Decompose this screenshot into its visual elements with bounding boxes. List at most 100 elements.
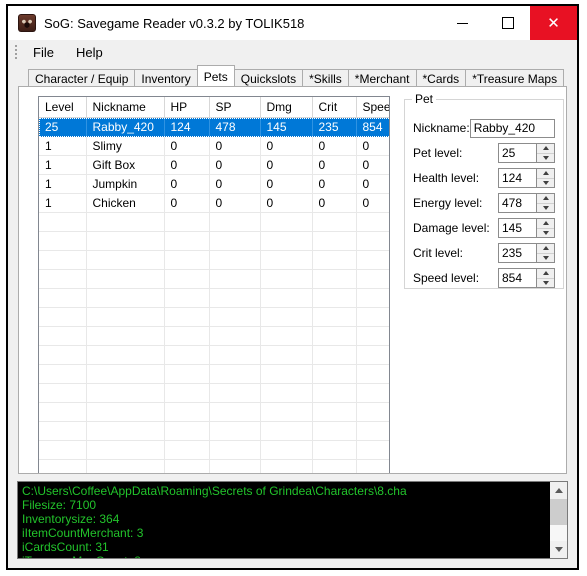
table-cell-empty[interactable]: [312, 421, 357, 441]
table-cell-empty[interactable]: [312, 307, 357, 327]
table-cell-empty[interactable]: [164, 288, 210, 308]
minimize-button[interactable]: [440, 6, 485, 40]
table-cell[interactable]: Gift Box: [86, 155, 165, 175]
health-level-stepper[interactable]: 124: [498, 168, 555, 188]
table-row[interactable]: 1 Gift Box 0 0 0 0 0: [39, 155, 389, 175]
table-cell[interactable]: 0: [209, 155, 261, 175]
table-cell-empty[interactable]: [164, 212, 210, 232]
tab-pets[interactable]: Pets: [196, 65, 235, 86]
table-cell-empty[interactable]: [312, 212, 357, 232]
table-cell[interactable]: 0: [312, 193, 357, 213]
pet-level-stepper[interactable]: 25: [498, 143, 555, 163]
table-row-empty[interactable]: [39, 383, 389, 403]
tab-cards[interactable]: *Cards: [415, 69, 467, 86]
table-cell-empty[interactable]: [209, 345, 261, 365]
table-cell-empty[interactable]: [356, 459, 389, 473]
table-row-empty[interactable]: [39, 250, 389, 270]
table-cell[interactable]: 0: [164, 155, 210, 175]
table-cell-empty[interactable]: [209, 326, 261, 346]
table-row-empty[interactable]: [39, 307, 389, 327]
column-header-level[interactable]: Level: [39, 97, 87, 118]
table-cell-empty[interactable]: [86, 383, 165, 403]
table-row[interactable]: 1 Jumpkin 0 0 0 0 0: [39, 174, 389, 194]
maximize-button[interactable]: [485, 6, 530, 40]
table-cell-empty[interactable]: [260, 212, 313, 232]
table-cell-empty[interactable]: [260, 345, 313, 365]
table-cell-empty[interactable]: [39, 307, 87, 327]
table-cell[interactable]: 0: [312, 155, 357, 175]
table-cell[interactable]: 145: [260, 117, 313, 137]
table-cell[interactable]: 0: [164, 174, 210, 194]
table-row[interactable]: 25 Rabby_420 124 478 145 235 854: [39, 117, 389, 137]
table-cell-empty[interactable]: [356, 212, 389, 232]
table-cell-empty[interactable]: [260, 288, 313, 308]
table-cell-empty[interactable]: [356, 250, 389, 270]
table-cell-empty[interactable]: [312, 345, 357, 365]
table-cell-empty[interactable]: [209, 250, 261, 270]
table-row-empty[interactable]: [39, 345, 389, 365]
table-cell-empty[interactable]: [260, 231, 313, 251]
table-cell-empty[interactable]: [39, 231, 87, 251]
table-cell-empty[interactable]: [86, 421, 165, 441]
stepper-down-icon[interactable]: [537, 153, 554, 162]
column-header-sp[interactable]: SP: [209, 97, 261, 118]
table-cell-empty[interactable]: [164, 364, 210, 384]
table-row[interactable]: 1 Chicken 0 0 0 0 0: [39, 193, 389, 213]
table-cell-empty[interactable]: [356, 307, 389, 327]
stepper-down-icon[interactable]: [537, 253, 554, 262]
energy-level-input[interactable]: 478: [499, 194, 536, 212]
table-row-empty[interactable]: [39, 231, 389, 251]
table-cell-empty[interactable]: [209, 307, 261, 327]
table-cell-empty[interactable]: [39, 288, 87, 308]
console-scrollbar[interactable]: [549, 482, 567, 558]
table-cell-empty[interactable]: [356, 440, 389, 460]
table-cell[interactable]: 0: [260, 136, 313, 156]
table-cell[interactable]: 124: [164, 117, 210, 137]
table-cell-empty[interactable]: [356, 402, 389, 422]
damage-level-stepper[interactable]: 145: [498, 218, 555, 238]
table-cell[interactable]: 0: [260, 193, 313, 213]
table-cell-empty[interactable]: [312, 459, 357, 473]
table-cell-empty[interactable]: [209, 421, 261, 441]
stepper-down-icon[interactable]: [537, 278, 554, 287]
table-cell-empty[interactable]: [86, 250, 165, 270]
table-cell[interactable]: 0: [356, 155, 389, 175]
table-cell-empty[interactable]: [86, 364, 165, 384]
table-cell-empty[interactable]: [209, 402, 261, 422]
table-cell-empty[interactable]: [356, 345, 389, 365]
table-cell-empty[interactable]: [39, 326, 87, 346]
table-row-empty[interactable]: [39, 269, 389, 289]
table-cell-empty[interactable]: [86, 231, 165, 251]
table-cell-empty[interactable]: [86, 307, 165, 327]
table-cell[interactable]: 0: [356, 136, 389, 156]
pets-grid[interactable]: Level Nickname HP SP Dmg Crit Speed 25Ra…: [38, 96, 390, 473]
table-cell-empty[interactable]: [260, 250, 313, 270]
table-cell-empty[interactable]: [312, 440, 357, 460]
table-cell-empty[interactable]: [86, 288, 165, 308]
console-output[interactable]: C:\Users\Coffee\AppData\Roaming\Secrets …: [17, 481, 568, 559]
table-cell-empty[interactable]: [356, 421, 389, 441]
table-cell-empty[interactable]: [356, 231, 389, 251]
table-cell-empty[interactable]: [39, 421, 87, 441]
table-row-empty[interactable]: [39, 421, 389, 441]
table-cell-empty[interactable]: [39, 250, 87, 270]
stepper-down-icon[interactable]: [537, 178, 554, 187]
table-cell-empty[interactable]: [164, 402, 210, 422]
table-cell-empty[interactable]: [312, 364, 357, 384]
table-cell-empty[interactable]: [312, 402, 357, 422]
table-cell-empty[interactable]: [312, 231, 357, 251]
column-header-hp[interactable]: HP: [164, 97, 210, 118]
table-row-empty[interactable]: [39, 402, 389, 422]
table-cell[interactable]: 0: [312, 174, 357, 194]
close-button[interactable]: ✕: [530, 6, 577, 40]
table-cell[interactable]: 0: [312, 136, 357, 156]
table-cell-empty[interactable]: [209, 231, 261, 251]
speed-level-stepper[interactable]: 854: [498, 268, 555, 288]
table-cell-empty[interactable]: [39, 345, 87, 365]
energy-level-stepper[interactable]: 478: [498, 193, 555, 213]
table-cell-empty[interactable]: [86, 440, 165, 460]
table-cell[interactable]: 1: [39, 174, 87, 194]
table-cell-empty[interactable]: [164, 421, 210, 441]
table-cell[interactable]: 0: [164, 136, 210, 156]
nickname-input[interactable]: Rabby_420: [469, 118, 555, 138]
